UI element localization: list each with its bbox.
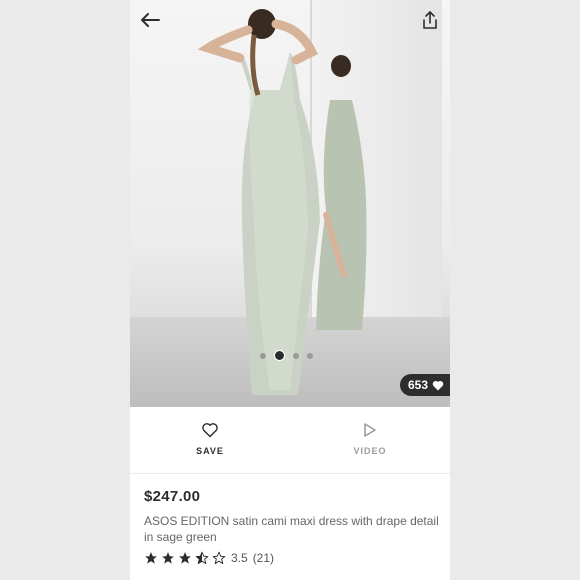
page-background: 653 SAVE VIDEO $247.00 ASOS EDITION sati… <box>0 0 580 580</box>
gallery-pagination <box>260 350 313 361</box>
video-label: VIDEO <box>353 446 387 456</box>
star-outline-icon <box>212 551 226 565</box>
rating-stars <box>144 551 226 565</box>
product-price: $247.00 <box>144 488 201 505</box>
likes-badge[interactable]: 653 <box>399 374 450 396</box>
star-icon <box>145 552 157 564</box>
share-icon <box>423 11 437 29</box>
action-bar: SAVE VIDEO <box>130 407 450 474</box>
likes-count: 653 <box>407 378 428 392</box>
play-icon <box>364 423 376 437</box>
product-info: $247.00 ASOS EDITION satin cami maxi dre… <box>144 488 439 565</box>
product-rating[interactable]: 3.5 (21) <box>144 551 439 565</box>
pagination-dot[interactable] <box>260 352 266 359</box>
pagination-dot[interactable] <box>293 352 299 359</box>
save-label: SAVE <box>196 446 224 456</box>
product-screen: 653 SAVE VIDEO $247.00 ASOS EDITION sati… <box>130 0 450 580</box>
arrow-left-icon <box>141 13 160 27</box>
back-button[interactable] <box>138 8 162 32</box>
pagination-dot-active[interactable] <box>274 350 285 361</box>
video-button[interactable]: VIDEO <box>290 407 450 473</box>
heart-icon <box>432 380 444 390</box>
product-image-gallery[interactable]: 653 <box>130 0 450 407</box>
share-button[interactable] <box>418 8 442 32</box>
pagination-dot[interactable] <box>307 352 313 359</box>
star-icon <box>179 552 191 564</box>
product-title: ASOS EDITION satin cami maxi dress with … <box>144 514 439 544</box>
rating-count: (21) <box>252 551 275 565</box>
heart-outline-icon <box>202 423 218 438</box>
rating-value: 3.5 <box>231 551 248 565</box>
star-icon <box>162 552 174 564</box>
star-half-icon <box>195 551 209 565</box>
product-photo <box>197 9 367 395</box>
save-button[interactable]: SAVE <box>130 407 290 473</box>
